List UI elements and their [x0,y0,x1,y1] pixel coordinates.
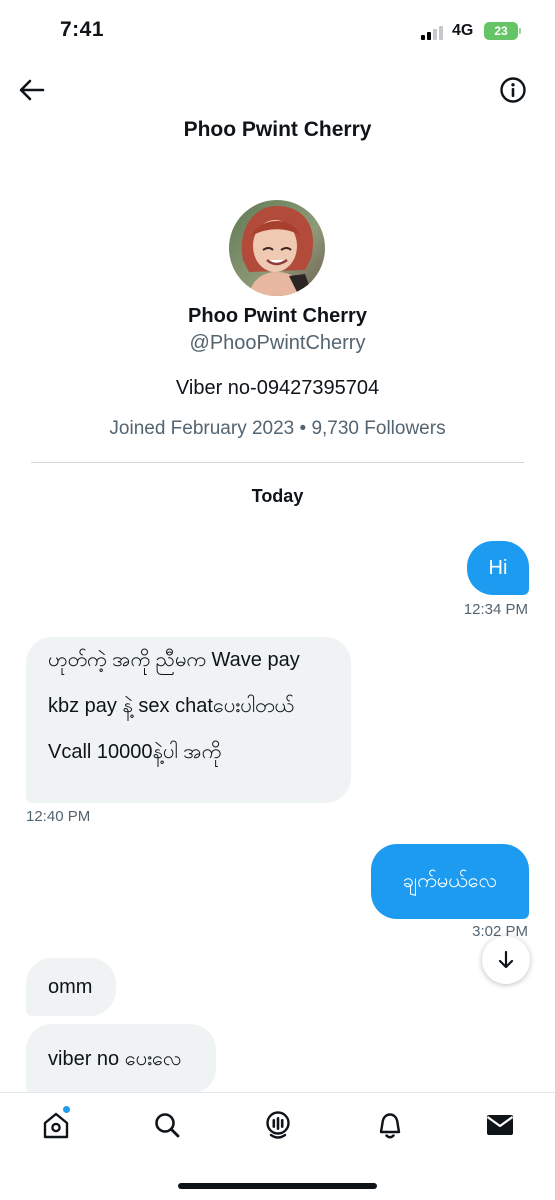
message-bubble-incoming[interactable]: viber no ပေးလေ [26,1024,216,1094]
info-button[interactable] [497,74,529,106]
message-text: omm [48,976,93,998]
home-icon [43,1112,69,1139]
signal-icon [421,24,447,40]
message-bubble-incoming[interactable]: ဟုတ်ကဲ့ အကို ညီမက Wave pay kbz pay နဲ့ s… [26,637,351,803]
arrow-down-icon [498,950,514,969]
profile-bio: Viber no-09427395704 [175,377,380,399]
battery-icon: 23 [484,22,518,40]
message-text-line: Vcall 10000နဲ့ပါ အကို [48,741,222,763]
day-label: Today [251,486,304,506]
spaces-icon [266,1111,290,1139]
back-button[interactable] [16,74,48,106]
message-bubble-incoming[interactable]: omm [26,958,116,1016]
message-text-line: ဟုတ်ကဲ့ အကို ညီမက Wave pay [48,649,300,671]
message-text-line: kbz pay နဲ့ sex chatပေးပါတယ် [48,695,294,717]
network-type: 4G [452,22,474,39]
conversation-title: Phoo Pwint Cherry [183,118,372,141]
tab-spaces[interactable] [260,1107,296,1143]
arrow-left-icon [19,79,45,101]
message-timestamp: 12:40 PM [26,808,91,825]
avatar[interactable] [229,200,325,296]
message-text: viber no ပေးလေ [48,1048,182,1070]
message-timestamp: 12:34 PM [463,601,528,618]
bell-icon [379,1113,401,1139]
tab-search[interactable] [149,1107,185,1143]
battery-level: 23 [494,24,508,38]
message-text: Hi [488,557,508,579]
profile-meta: Joined February 2023 • 9,730 Followers [109,418,446,439]
message-bubble-outgoing[interactable]: Hi [467,541,529,595]
info-circle-icon [500,77,526,103]
tab-home[interactable] [38,1105,74,1143]
tab-messages[interactable] [482,1107,518,1143]
battery-tip [519,28,521,34]
divider [31,462,524,463]
message-bubble-outgoing[interactable]: ချက်မယ်လေ [371,844,529,919]
message-text: ချက်မယ်လေ [402,870,498,892]
search-icon [155,1113,180,1138]
scroll-to-bottom-button[interactable] [482,936,530,984]
mail-icon [486,1115,514,1135]
tab-notifications[interactable] [372,1107,408,1143]
profile-name[interactable]: Phoo Pwint Cherry [0,305,555,328]
profile-handle[interactable]: @PhooPwintCherry [0,332,555,355]
notification-dot [62,1105,71,1114]
home-indicator [178,1183,377,1189]
status-time: 7:41 [60,18,105,41]
avatar-image [229,200,325,296]
status-bar: 7:41 4G 23 [0,0,555,62]
